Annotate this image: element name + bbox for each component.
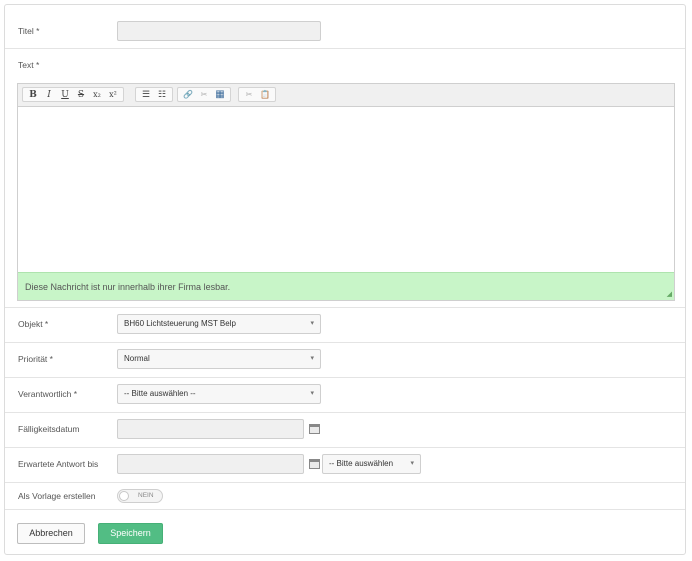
toggle-knob: [119, 491, 129, 501]
object-select[interactable]: BH60 Lichtsteuerung MST Belp ▾: [117, 314, 321, 334]
calendar-icon[interactable]: [309, 424, 320, 434]
superscript-button[interactable]: x²: [105, 88, 121, 101]
underline-button[interactable]: U: [57, 88, 73, 101]
divider: [5, 377, 685, 378]
resize-grip-icon[interactable]: ◢: [667, 290, 672, 298]
cut-icon[interactable]: ✂: [241, 88, 257, 101]
chevron-down-icon: ▾: [410, 460, 414, 467]
clipboard-group: ✂ 📋: [238, 87, 276, 102]
table-icon[interactable]: ▦: [212, 88, 228, 101]
subscript-button[interactable]: x₂: [89, 88, 105, 101]
responsible-select[interactable]: -- Bitte auswählen -- ▾: [117, 384, 321, 404]
list-group: ☰ ☷: [135, 87, 173, 102]
template-label: Als Vorlage erstellen: [18, 491, 96, 501]
visibility-notice: Diese Nachricht ist nur innerhalb ihrer …: [18, 272, 674, 300]
message-form: Titel * Text * B I U S x₂ x² ☰ ☷ 🔗 ✂ ▦ ✂…: [4, 4, 686, 555]
due-date-label: Fälligkeitsdatum: [18, 424, 80, 434]
title-input[interactable]: [117, 21, 321, 41]
format-group: B I U S x₂ x²: [22, 87, 124, 102]
calendar-icon[interactable]: [309, 459, 320, 469]
expected-answer-input[interactable]: [117, 454, 304, 474]
cancel-button[interactable]: Abbrechen: [17, 523, 85, 544]
priority-select-value: Normal: [124, 354, 150, 363]
divider: [5, 307, 685, 308]
expected-answer-select-value: -- Bitte auswählen: [329, 459, 394, 468]
numbered-list-icon[interactable]: ☷: [154, 88, 170, 101]
link-group: 🔗 ✂ ▦: [177, 87, 231, 102]
chevron-down-icon: ▾: [310, 320, 314, 327]
bullet-list-icon[interactable]: ☰: [138, 88, 154, 101]
paste-icon[interactable]: 📋: [257, 88, 273, 101]
divider: [5, 509, 685, 510]
italic-button[interactable]: I: [41, 88, 57, 101]
strikethrough-button[interactable]: S: [73, 88, 89, 101]
template-toggle[interactable]: NEIN: [117, 489, 163, 503]
responsible-select-value: -- Bitte auswählen --: [124, 389, 196, 398]
due-date-input[interactable]: [117, 419, 304, 439]
toggle-state-text: NEIN: [138, 492, 154, 499]
bold-button[interactable]: B: [25, 88, 41, 101]
editor-toolbar: B I U S x₂ x² ☰ ☷ 🔗 ✂ ▦ ✂ 📋: [18, 84, 674, 107]
rich-text-editor[interactable]: B I U S x₂ x² ☰ ☷ 🔗 ✂ ▦ ✂ 📋 Diese Nachri…: [17, 83, 675, 301]
object-select-value: BH60 Lichtsteuerung MST Belp: [124, 319, 236, 328]
save-button[interactable]: Speichern: [98, 523, 163, 544]
divider: [5, 342, 685, 343]
priority-label: Priorität *: [18, 354, 53, 364]
divider: [5, 447, 685, 448]
expected-answer-label: Erwartete Antwort bis: [18, 459, 99, 469]
link-icon[interactable]: 🔗: [180, 88, 196, 101]
chevron-down-icon: ▾: [310, 390, 314, 397]
title-label: Titel *: [18, 26, 40, 36]
unlink-icon[interactable]: ✂: [196, 88, 212, 101]
divider: [5, 48, 685, 49]
responsible-label: Verantwortlich *: [18, 389, 78, 399]
object-label: Objekt *: [18, 319, 49, 329]
expected-answer-select[interactable]: -- Bitte auswählen ▾: [322, 454, 421, 474]
chevron-down-icon: ▾: [310, 355, 314, 362]
divider: [5, 412, 685, 413]
divider: [5, 482, 685, 483]
priority-select[interactable]: Normal ▾: [117, 349, 321, 369]
text-label: Text *: [18, 60, 40, 70]
